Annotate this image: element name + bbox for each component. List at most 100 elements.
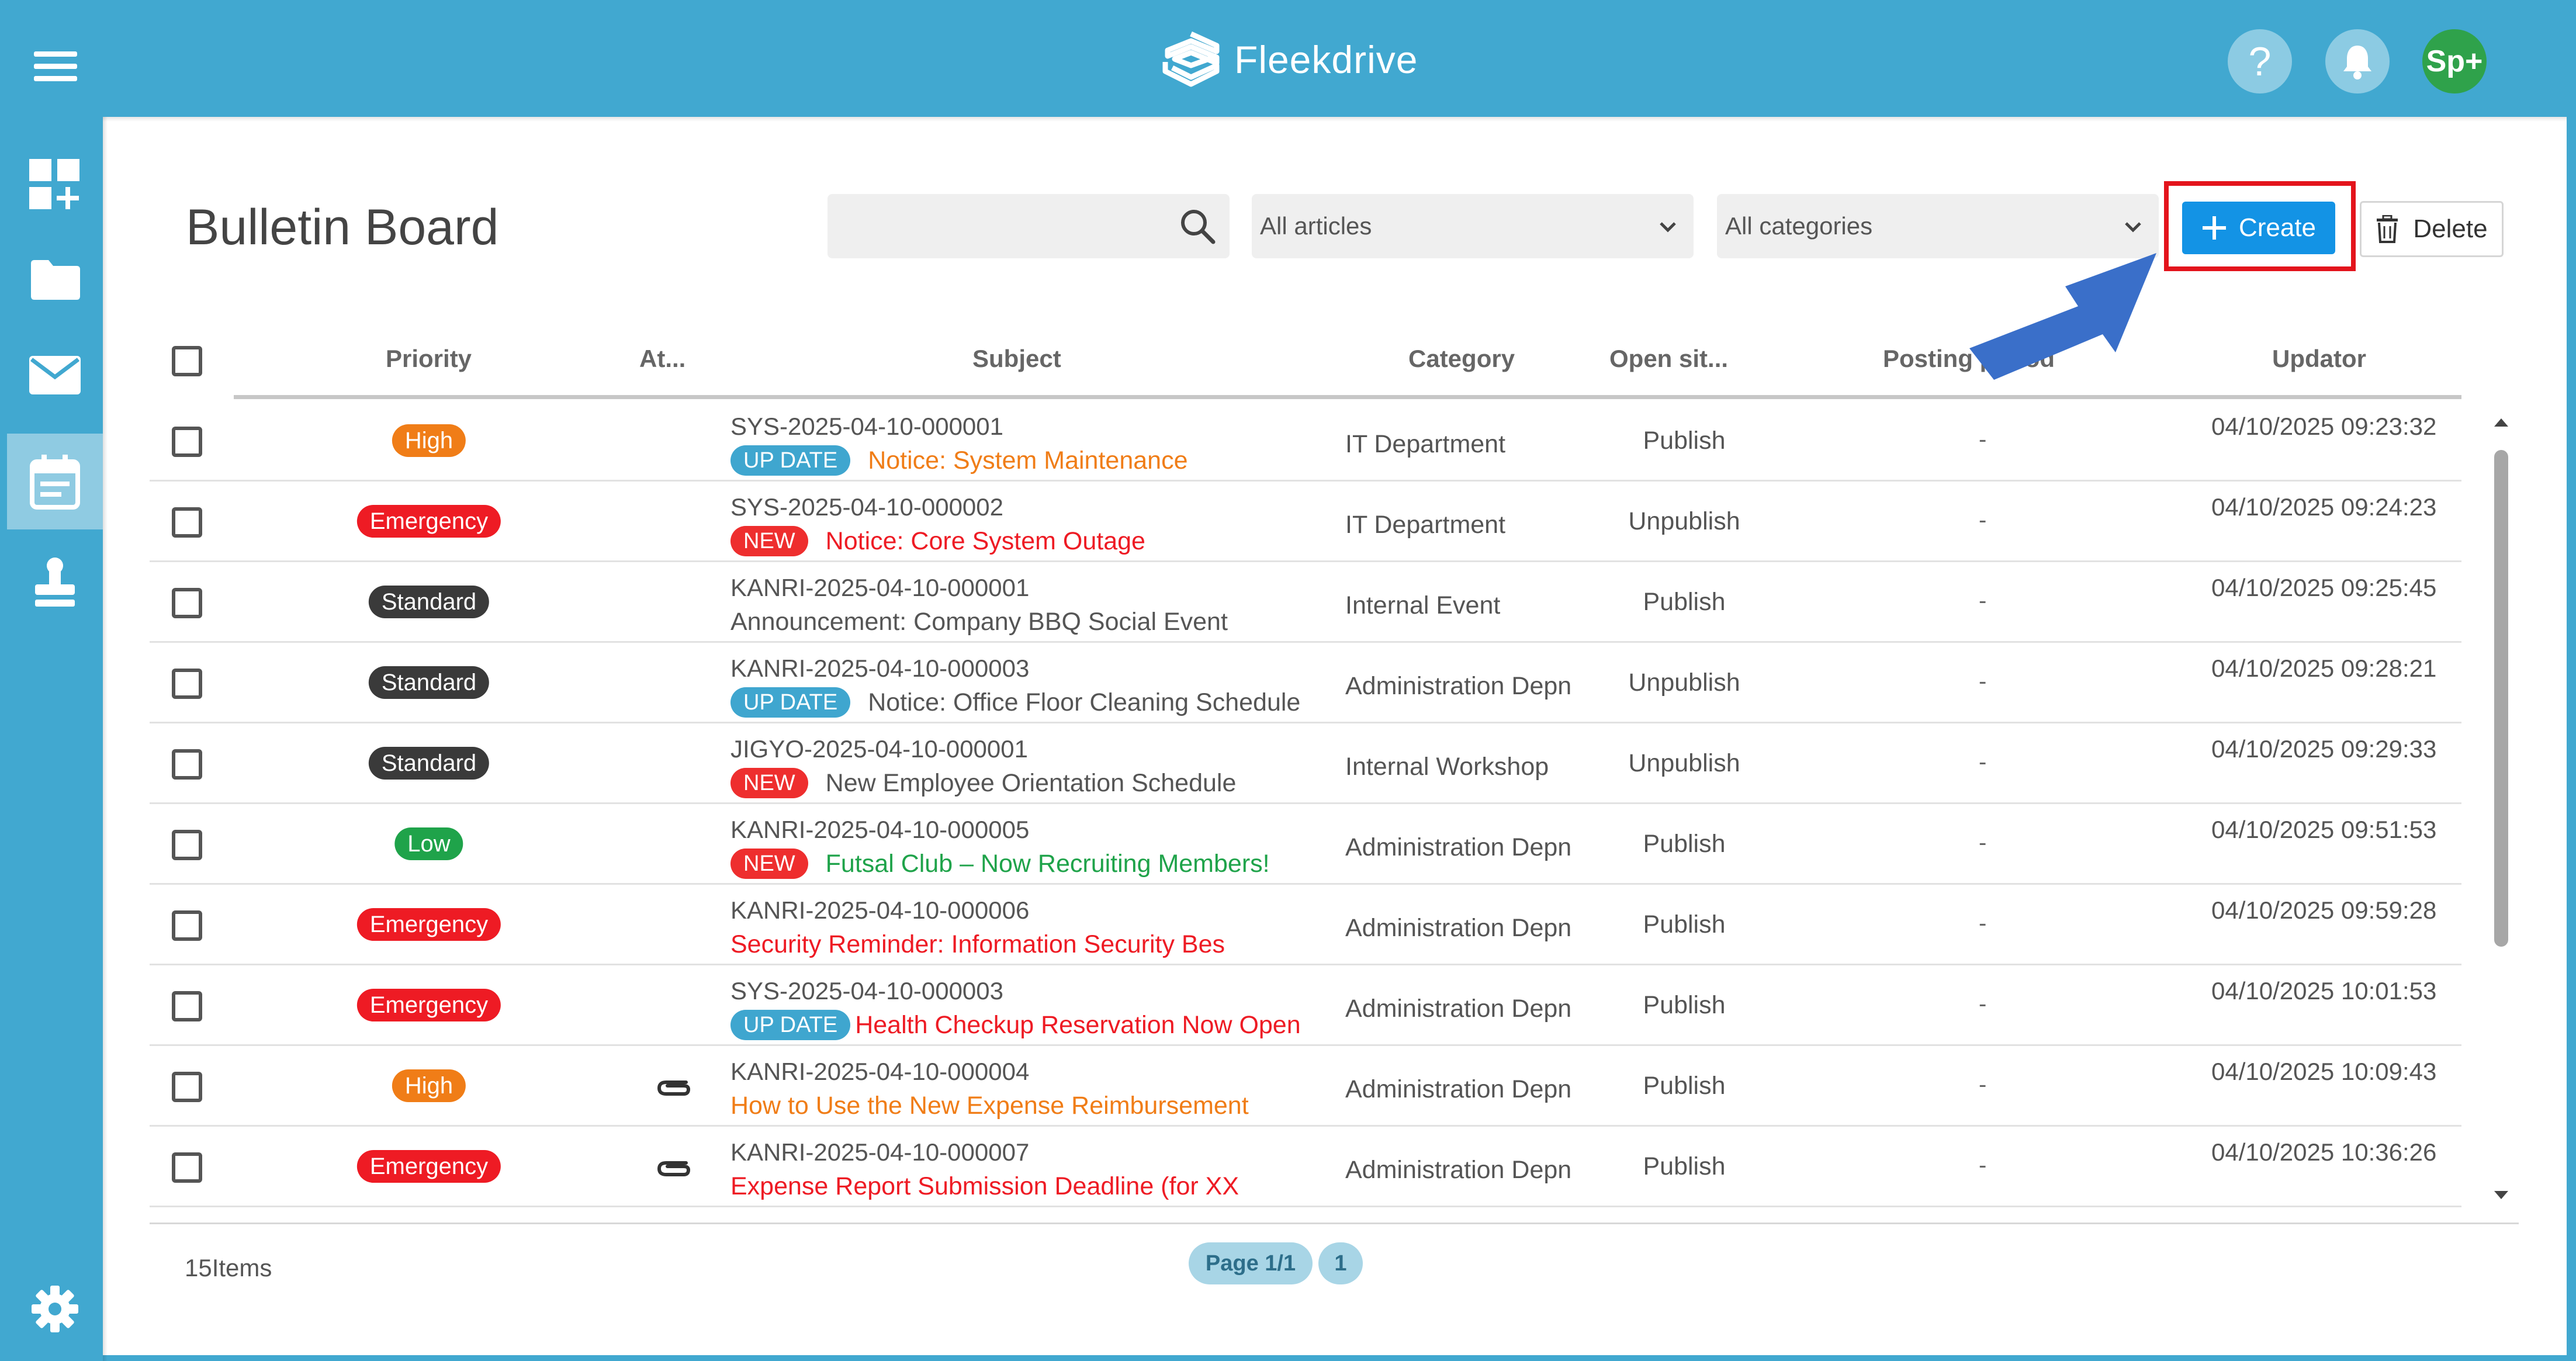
user-avatar[interactable]: Sp+ xyxy=(2422,29,2487,93)
posting-period-cell: - xyxy=(1979,749,1987,775)
row-checkbox[interactable] xyxy=(172,830,202,860)
table-row[interactable]: Emergency KANRI-2025-04-10-000006 Securi… xyxy=(150,885,2461,965)
column-attachment[interactable]: At... xyxy=(639,345,685,373)
row-checkbox[interactable] xyxy=(172,910,202,941)
column-open-status[interactable]: Open sit... xyxy=(1609,345,1728,373)
subject-link[interactable]: How to Use the New Expense Reimbursement xyxy=(730,1092,1249,1120)
open-status-cell: Publish xyxy=(1643,588,1726,616)
status-tag: NEW xyxy=(730,768,808,798)
search-field[interactable] xyxy=(827,194,1230,258)
subject-link[interactable]: Security Reminder: Information Security … xyxy=(730,930,1225,959)
top-header: Fleekdrive ? Sp+ xyxy=(0,0,2576,117)
articles-filter-select[interactable]: All articles xyxy=(1252,194,1694,258)
scroll-up-arrow[interactable] xyxy=(2490,413,2513,430)
page-indicator: Page 1/1 xyxy=(1189,1242,1313,1284)
row-checkbox[interactable] xyxy=(172,1072,202,1102)
delete-button[interactable]: Delete xyxy=(2360,201,2504,257)
paperclip-icon[interactable] xyxy=(652,1072,692,1101)
posting-period-cell: - xyxy=(1979,991,1987,1017)
row-checkbox[interactable] xyxy=(172,507,202,538)
notifications-button[interactable] xyxy=(2325,29,2390,93)
updated-timestamp: 04/10/2025 09:59:28 xyxy=(2211,896,2437,924)
open-status-cell: Unpublish xyxy=(1628,507,1740,535)
article-id: KANRI-2025-04-10-000007 xyxy=(730,1138,1030,1166)
subject-link[interactable]: New Employee Orientation Schedule xyxy=(826,769,1237,798)
article-id: JIGYO-2025-04-10-000001 xyxy=(730,735,1028,763)
table-row[interactable]: High SYS-2025-04-10-000001 UP DATE Notic… xyxy=(150,401,2461,482)
subject-line: How to Use the New Expense Reimbursement xyxy=(730,1089,1249,1122)
subject-link[interactable]: Expense Report Submission Deadline (for … xyxy=(730,1172,1239,1201)
posting-period-cell: - xyxy=(1979,910,1987,936)
table-row[interactable]: Standard JIGYO-2025-04-10-000001 NEW New… xyxy=(150,723,2461,804)
subject-link[interactable]: Announcement: Company BBQ Social Event xyxy=(730,608,1228,636)
priority-badge: Standard xyxy=(368,666,490,699)
categories-filter-select[interactable]: All categories xyxy=(1717,194,2159,258)
article-id: SYS-2025-04-10-000002 xyxy=(730,493,1004,521)
category-cell: Administration Depn xyxy=(1345,1075,1572,1103)
subject-link[interactable]: Notice: Office Floor Cleaning Schedule xyxy=(868,688,1300,717)
paperclip-icon[interactable] xyxy=(652,1152,692,1182)
subject-link[interactable]: Futsal Club – Now Recruiting Members! xyxy=(826,850,1270,878)
sidebar-item-mail[interactable] xyxy=(7,327,103,423)
dashboard-add-icon xyxy=(29,159,79,209)
posting-period-cell: - xyxy=(1979,588,1987,614)
row-checkbox[interactable] xyxy=(172,427,202,457)
table-row[interactable]: Standard KANRI-2025-04-10-000001 Announc… xyxy=(150,562,2461,643)
subject-line: UP DATE Notice: Office Floor Cleaning Sc… xyxy=(730,686,1300,719)
column-priority[interactable]: Priority xyxy=(386,345,472,373)
updated-timestamp: 04/10/2025 10:36:26 xyxy=(2211,1138,2437,1166)
updated-timestamp: 04/10/2025 09:29:33 xyxy=(2211,735,2437,763)
subject-link[interactable]: Notice: Core System Outage xyxy=(826,527,1145,556)
table-row[interactable]: Standard KANRI-2025-04-10-000003 UP DATE… xyxy=(150,643,2461,723)
subject-link[interactable]: Health Checkup Reservation Now Open xyxy=(855,1011,1300,1040)
column-updator[interactable]: Updator xyxy=(2272,345,2366,373)
priority-badge: Emergency xyxy=(356,1150,501,1183)
sidebar-item-bulletin-board[interactable] xyxy=(7,434,103,529)
create-button[interactable]: Create xyxy=(2182,202,2335,254)
priority-badge: High xyxy=(392,1069,466,1102)
folder-icon xyxy=(31,260,80,300)
create-label: Create xyxy=(2238,213,2317,242)
app-logo[interactable]: Fleekdrive xyxy=(1161,30,1418,89)
menu-icon[interactable] xyxy=(34,51,77,82)
article-id: KANRI-2025-04-10-000006 xyxy=(730,896,1030,924)
row-checkbox[interactable] xyxy=(172,669,202,699)
column-category[interactable]: Category xyxy=(1408,345,1515,373)
page-number-button[interactable]: 1 xyxy=(1318,1242,1363,1284)
status-tag: NEW xyxy=(730,526,808,556)
sidebar-item-settings[interactable] xyxy=(7,1261,103,1357)
table-scrollbar[interactable] xyxy=(2490,409,2513,1215)
row-checkbox[interactable] xyxy=(172,588,202,618)
search-input[interactable] xyxy=(839,194,1166,258)
sidebar-item-approval[interactable] xyxy=(7,535,103,631)
updated-timestamp: 04/10/2025 09:24:23 xyxy=(2211,493,2437,521)
table-row[interactable]: Low KANRI-2025-04-10-000005 NEW Futsal C… xyxy=(150,804,2461,885)
status-tag: NEW xyxy=(730,849,808,879)
sidebar-item-dashboard[interactable] xyxy=(7,137,103,233)
annotation-arrow xyxy=(1969,253,2156,380)
scroll-down-arrow[interactable] xyxy=(2490,1186,2513,1204)
sidebar-item-files[interactable] xyxy=(7,231,103,327)
select-all-checkbox[interactable] xyxy=(172,346,202,376)
row-checkbox[interactable] xyxy=(172,1152,202,1183)
column-subject[interactable]: Subject xyxy=(972,345,1061,373)
posting-period-cell: - xyxy=(1979,830,1987,856)
row-checkbox[interactable] xyxy=(172,749,202,780)
table-row[interactable]: Emergency KANRI-2025-04-10-000007 Expens… xyxy=(150,1127,2461,1207)
help-button[interactable]: ? xyxy=(2228,29,2292,93)
subject-link[interactable]: Notice: System Maintenance xyxy=(868,446,1187,475)
scroll-thumb[interactable] xyxy=(2494,450,2508,947)
table-row[interactable]: Emergency SYS-2025-04-10-000002 NEW Noti… xyxy=(150,482,2461,562)
status-tag: UP DATE xyxy=(730,1010,851,1040)
priority-badge: Emergency xyxy=(356,505,501,538)
category-cell: IT Department xyxy=(1345,511,1506,539)
table-row[interactable]: High KANRI-2025-04-10-000004 How to Use … xyxy=(150,1046,2461,1127)
subject-line: UP DATE Notice: System Maintenance xyxy=(730,444,1188,477)
search-icon[interactable] xyxy=(1179,208,1216,244)
category-cell: Administration Depn xyxy=(1345,1156,1572,1184)
row-checkbox[interactable] xyxy=(172,991,202,1021)
table-row[interactable]: Emergency SYS-2025-04-10-000003 UP DATE … xyxy=(150,965,2461,1046)
sidebar xyxy=(0,117,103,1361)
trash-icon xyxy=(2377,215,2398,243)
subject-line: UP DATE Health Checkup Reservation Now O… xyxy=(730,1009,1301,1041)
